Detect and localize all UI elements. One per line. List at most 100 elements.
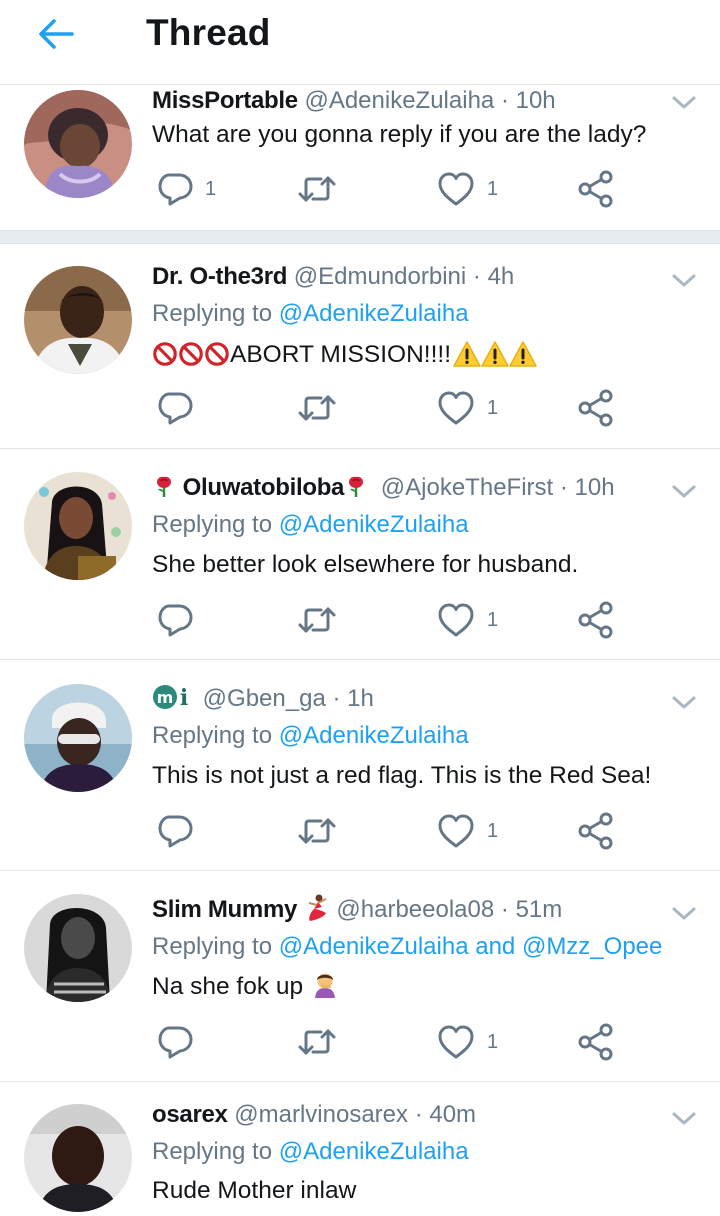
no-entry-icon — [152, 341, 178, 367]
warning-icon — [509, 340, 537, 368]
replying-prefix: Replying to — [152, 511, 279, 538]
divider — [0, 659, 720, 660]
like-icon[interactable] — [436, 811, 476, 851]
timestamp[interactable]: 4h — [488, 263, 515, 290]
page-title: Thread — [146, 12, 271, 53]
avatar[interactable] — [24, 684, 132, 792]
reply-icon[interactable] — [155, 388, 195, 428]
share-icon[interactable] — [576, 600, 616, 640]
timestamp[interactable]: 1h — [347, 685, 374, 712]
chevron-down-icon[interactable] — [670, 694, 698, 712]
chevron-down-icon[interactable] — [670, 1110, 698, 1128]
share-icon[interactable] — [576, 1022, 616, 1062]
no-entry-icon — [178, 341, 204, 367]
tweet-card[interactable]: osarex @marlvinosarex · 40m Replying to … — [0, 1088, 720, 1216]
timestamp[interactable]: 10h — [575, 474, 615, 501]
meta-separator: · — [414, 1101, 423, 1128]
user-handle[interactable]: @AdenikeZulaiha — [304, 87, 494, 114]
like-icon[interactable] — [436, 600, 476, 640]
replying-to: Replying to @AdenikeZulaiha — [152, 297, 469, 331]
facepalm-icon — [315, 973, 335, 998]
replying-to: Replying to @AdenikeZulaiha — [152, 508, 469, 542]
like-icon[interactable] — [436, 1022, 476, 1062]
tweet-text-row: ABORT MISSION!!!! — [152, 338, 537, 372]
timestamp[interactable]: 40m — [429, 1101, 476, 1128]
replying-to: Replying to @AdenikeZulaiha and @Mzz_Ope… — [152, 930, 662, 964]
user-handle[interactable]: @AjokeTheFirst — [381, 474, 553, 501]
like-icon[interactable] — [436, 388, 476, 428]
svg-text:i: i — [180, 685, 188, 711]
reply-icon[interactable] — [155, 811, 195, 851]
no-entry-icon — [204, 341, 230, 367]
share-icon[interactable] — [576, 388, 616, 428]
retweet-icon[interactable] — [297, 600, 337, 640]
timestamp[interactable]: 51m — [516, 896, 563, 923]
reply-icon[interactable] — [155, 600, 195, 640]
meta-separator: · — [500, 87, 509, 114]
avatar[interactable] — [24, 90, 132, 198]
replying-prefix: Replying to — [152, 722, 279, 749]
display-name[interactable]: Dr. O-the3rd — [152, 263, 287, 290]
mention-link[interactable]: @AdenikeZulaiha — [279, 1138, 469, 1165]
meta-separator: · — [559, 474, 568, 501]
chevron-down-icon[interactable] — [670, 272, 698, 290]
tweet-text: This is not just a red flag. This is the… — [152, 762, 652, 789]
retweet-icon[interactable] — [297, 388, 337, 428]
reply-icon[interactable] — [155, 1022, 195, 1062]
tweet-card[interactable]: MissPortable @AdenikeZulaiha · 10h What … — [0, 84, 720, 231]
replying-prefix: Replying to — [152, 933, 279, 960]
mention-link[interactable]: @AdenikeZulaiha — [279, 933, 469, 960]
reply-icon[interactable] — [155, 169, 195, 209]
divider — [0, 448, 720, 449]
back-arrow-icon[interactable] — [34, 14, 78, 54]
retweet-icon[interactable] — [297, 169, 337, 209]
mention-link[interactable]: @AdenikeZulaiha — [279, 511, 469, 538]
user-handle[interactable]: @marlvinosarex — [234, 1101, 408, 1128]
tweet-text: Rude Mother inlaw — [152, 1177, 357, 1204]
chevron-down-icon[interactable] — [670, 483, 698, 501]
avatar[interactable] — [24, 894, 132, 1002]
display-name[interactable]: Slim Mummy — [152, 896, 297, 923]
retweet-icon[interactable] — [297, 811, 337, 851]
divider — [0, 870, 720, 871]
chevron-down-icon[interactable] — [670, 94, 698, 112]
user-handle[interactable]: @Edmundorbini — [294, 263, 466, 290]
tweet-meta: osarex @marlvinosarex · 40m — [152, 1098, 476, 1132]
like-count: 1 — [487, 1031, 499, 1053]
tweet-text: ABORT MISSION!!!! — [230, 341, 452, 368]
meta-separator: · — [500, 896, 509, 923]
timestamp[interactable]: 10h — [516, 87, 556, 114]
display-name[interactable]: Oluwatobiloba — [183, 474, 345, 501]
tweet-card[interactable]: Dr. O-the3rd @Edmundorbini · 4h Replying… — [0, 244, 720, 448]
meta-separator: · — [332, 685, 341, 712]
share-icon[interactable] — [576, 169, 616, 209]
tweet-card[interactable]: Oluwatobiloba @AjokeTheFirst · 10h Reply… — [0, 455, 720, 659]
replying-to: Replying to @AdenikeZulaiha — [152, 1135, 469, 1169]
user-handle[interactable]: @Gben_ga — [203, 685, 326, 712]
tweet-card[interactable]: Slim Mummy @harbeeola08 · 51m Replying t… — [0, 877, 720, 1081]
display-name[interactable]: MissPortable — [152, 87, 298, 114]
avatar[interactable] — [24, 472, 132, 580]
divider — [0, 1081, 720, 1082]
tweet-meta: Dr. O-the3rd @Edmundorbini · 4h — [152, 260, 514, 294]
like-icon[interactable] — [436, 169, 476, 209]
retweet-icon[interactable] — [297, 1022, 337, 1062]
tweet-card[interactable]: m i @Gben_ga · 1h Replying to @AdenikeZu… — [0, 666, 720, 870]
back-button[interactable] — [34, 14, 78, 54]
mention-link[interactable]: @AdenikeZulaiha — [279, 722, 469, 749]
replying-to: Replying to @AdenikeZulaiha — [152, 719, 469, 753]
share-icon[interactable] — [576, 811, 616, 851]
rose-icon — [344, 473, 368, 499]
display-name[interactable]: osarex — [152, 1101, 228, 1128]
avatar[interactable] — [24, 266, 132, 374]
tweet-text: What are you gonna reply if you are the … — [152, 121, 647, 148]
tweet-meta: MissPortable @AdenikeZulaiha · 10h — [152, 84, 556, 118]
rose-icon — [152, 473, 176, 499]
mention-link[interactable]: @AdenikeZulaiha — [279, 300, 469, 327]
reply-count: 1 — [205, 178, 217, 200]
avatar[interactable] — [24, 1104, 132, 1212]
user-handle[interactable]: @harbeeola08 — [336, 896, 494, 923]
dancer-icon — [308, 894, 327, 921]
mention-link[interactable]: @Mzz_Opee — [522, 933, 662, 960]
chevron-down-icon[interactable] — [670, 905, 698, 923]
